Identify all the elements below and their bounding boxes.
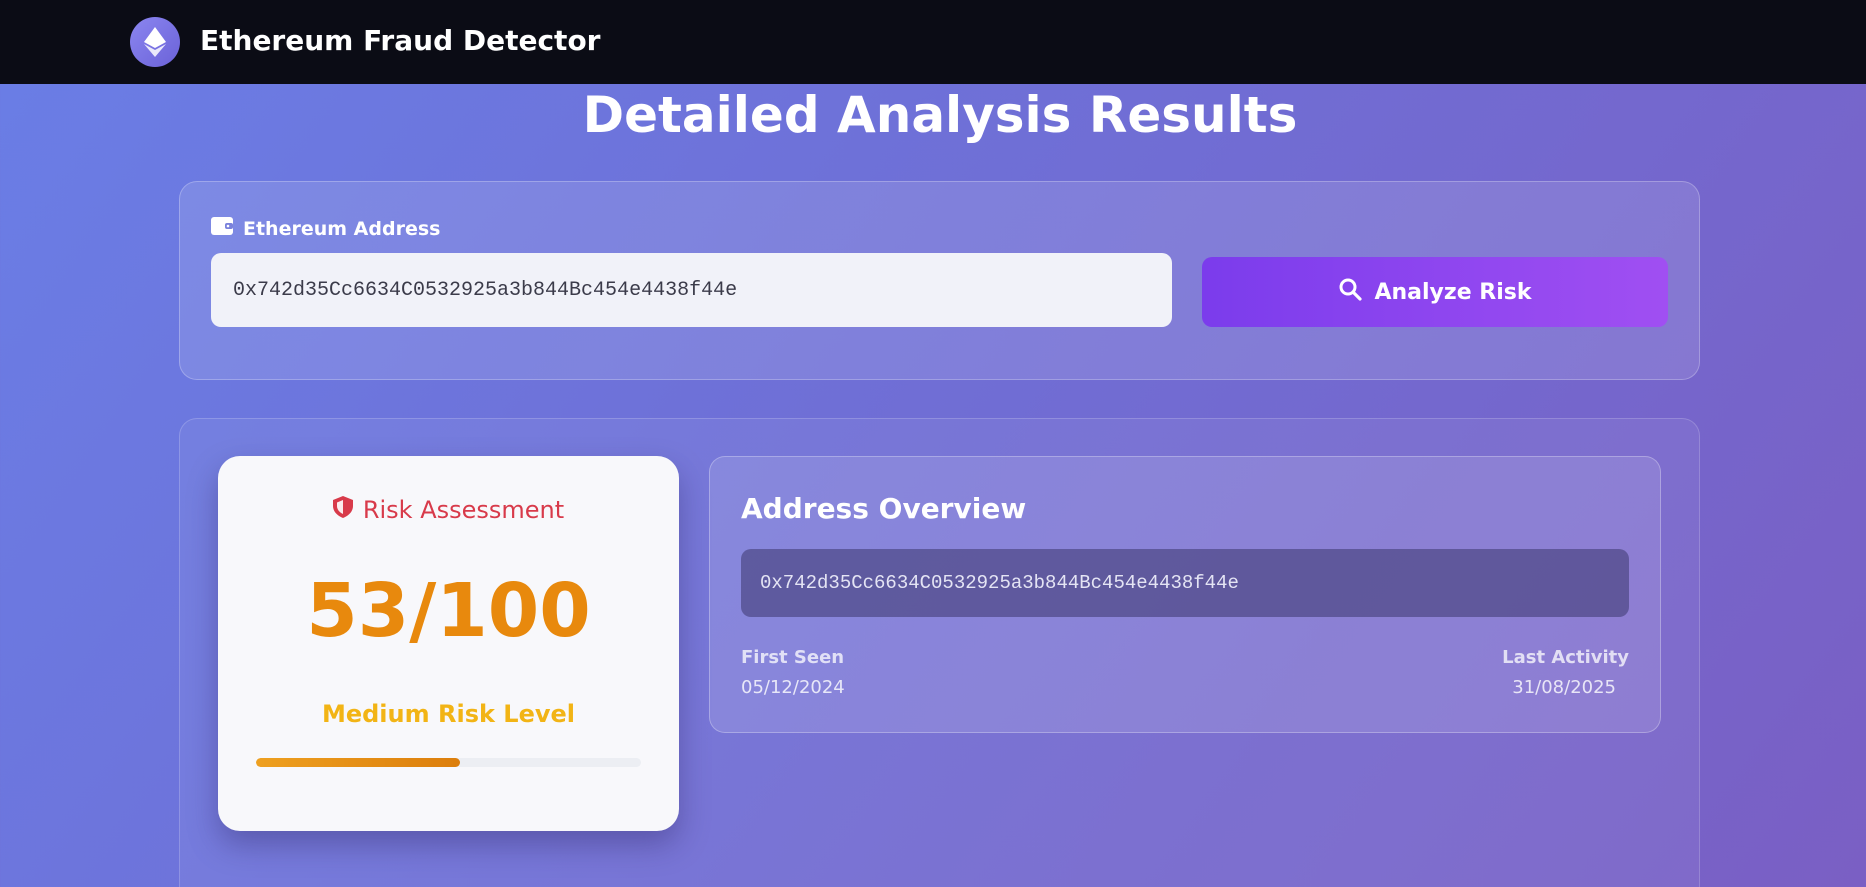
shield-icon [332, 496, 353, 524]
risk-score: 53/100 [306, 568, 591, 654]
search-icon [1338, 277, 1363, 307]
last-activity-value: 31/08/2025 [1512, 677, 1616, 698]
risk-heading-text: Risk Assessment [362, 496, 565, 524]
risk-progress-bar [256, 758, 641, 767]
address-label-text: Ethereum Address [243, 217, 441, 240]
last-activity-label: Last Activity [1502, 647, 1629, 668]
overview-title: Address Overview [741, 492, 1027, 525]
first-seen-value: 05/12/2024 [741, 677, 845, 698]
risk-heading: Risk Assessment [218, 496, 679, 524]
ethereum-icon[interactable] [130, 17, 180, 67]
analyze-risk-label: Analyze Risk [1374, 279, 1532, 305]
risk-assessment-card: Risk Assessment 53/100 Medium Risk Level [218, 456, 679, 831]
wallet-icon [211, 217, 233, 240]
analyze-risk-button[interactable]: Analyze Risk [1202, 257, 1668, 327]
top-navbar: Ethereum Fraud Detector [0, 0, 1866, 84]
address-input[interactable] [211, 253, 1172, 327]
page-title: Detailed Analysis Results [582, 86, 1298, 144]
address-overview-card: Address Overview 0x742d35Cc6634C0532925a… [709, 456, 1661, 733]
app-title[interactable]: Ethereum Fraud Detector [200, 24, 601, 57]
overview-address[interactable]: 0x742d35Cc6634C0532925a3b844Bc454e4438f4… [741, 549, 1629, 617]
risk-level: Medium Risk Level [321, 700, 576, 728]
address-field-label: Ethereum Address [211, 217, 440, 240]
first-seen-label: First Seen [741, 647, 845, 668]
risk-progress-fill [256, 758, 461, 767]
